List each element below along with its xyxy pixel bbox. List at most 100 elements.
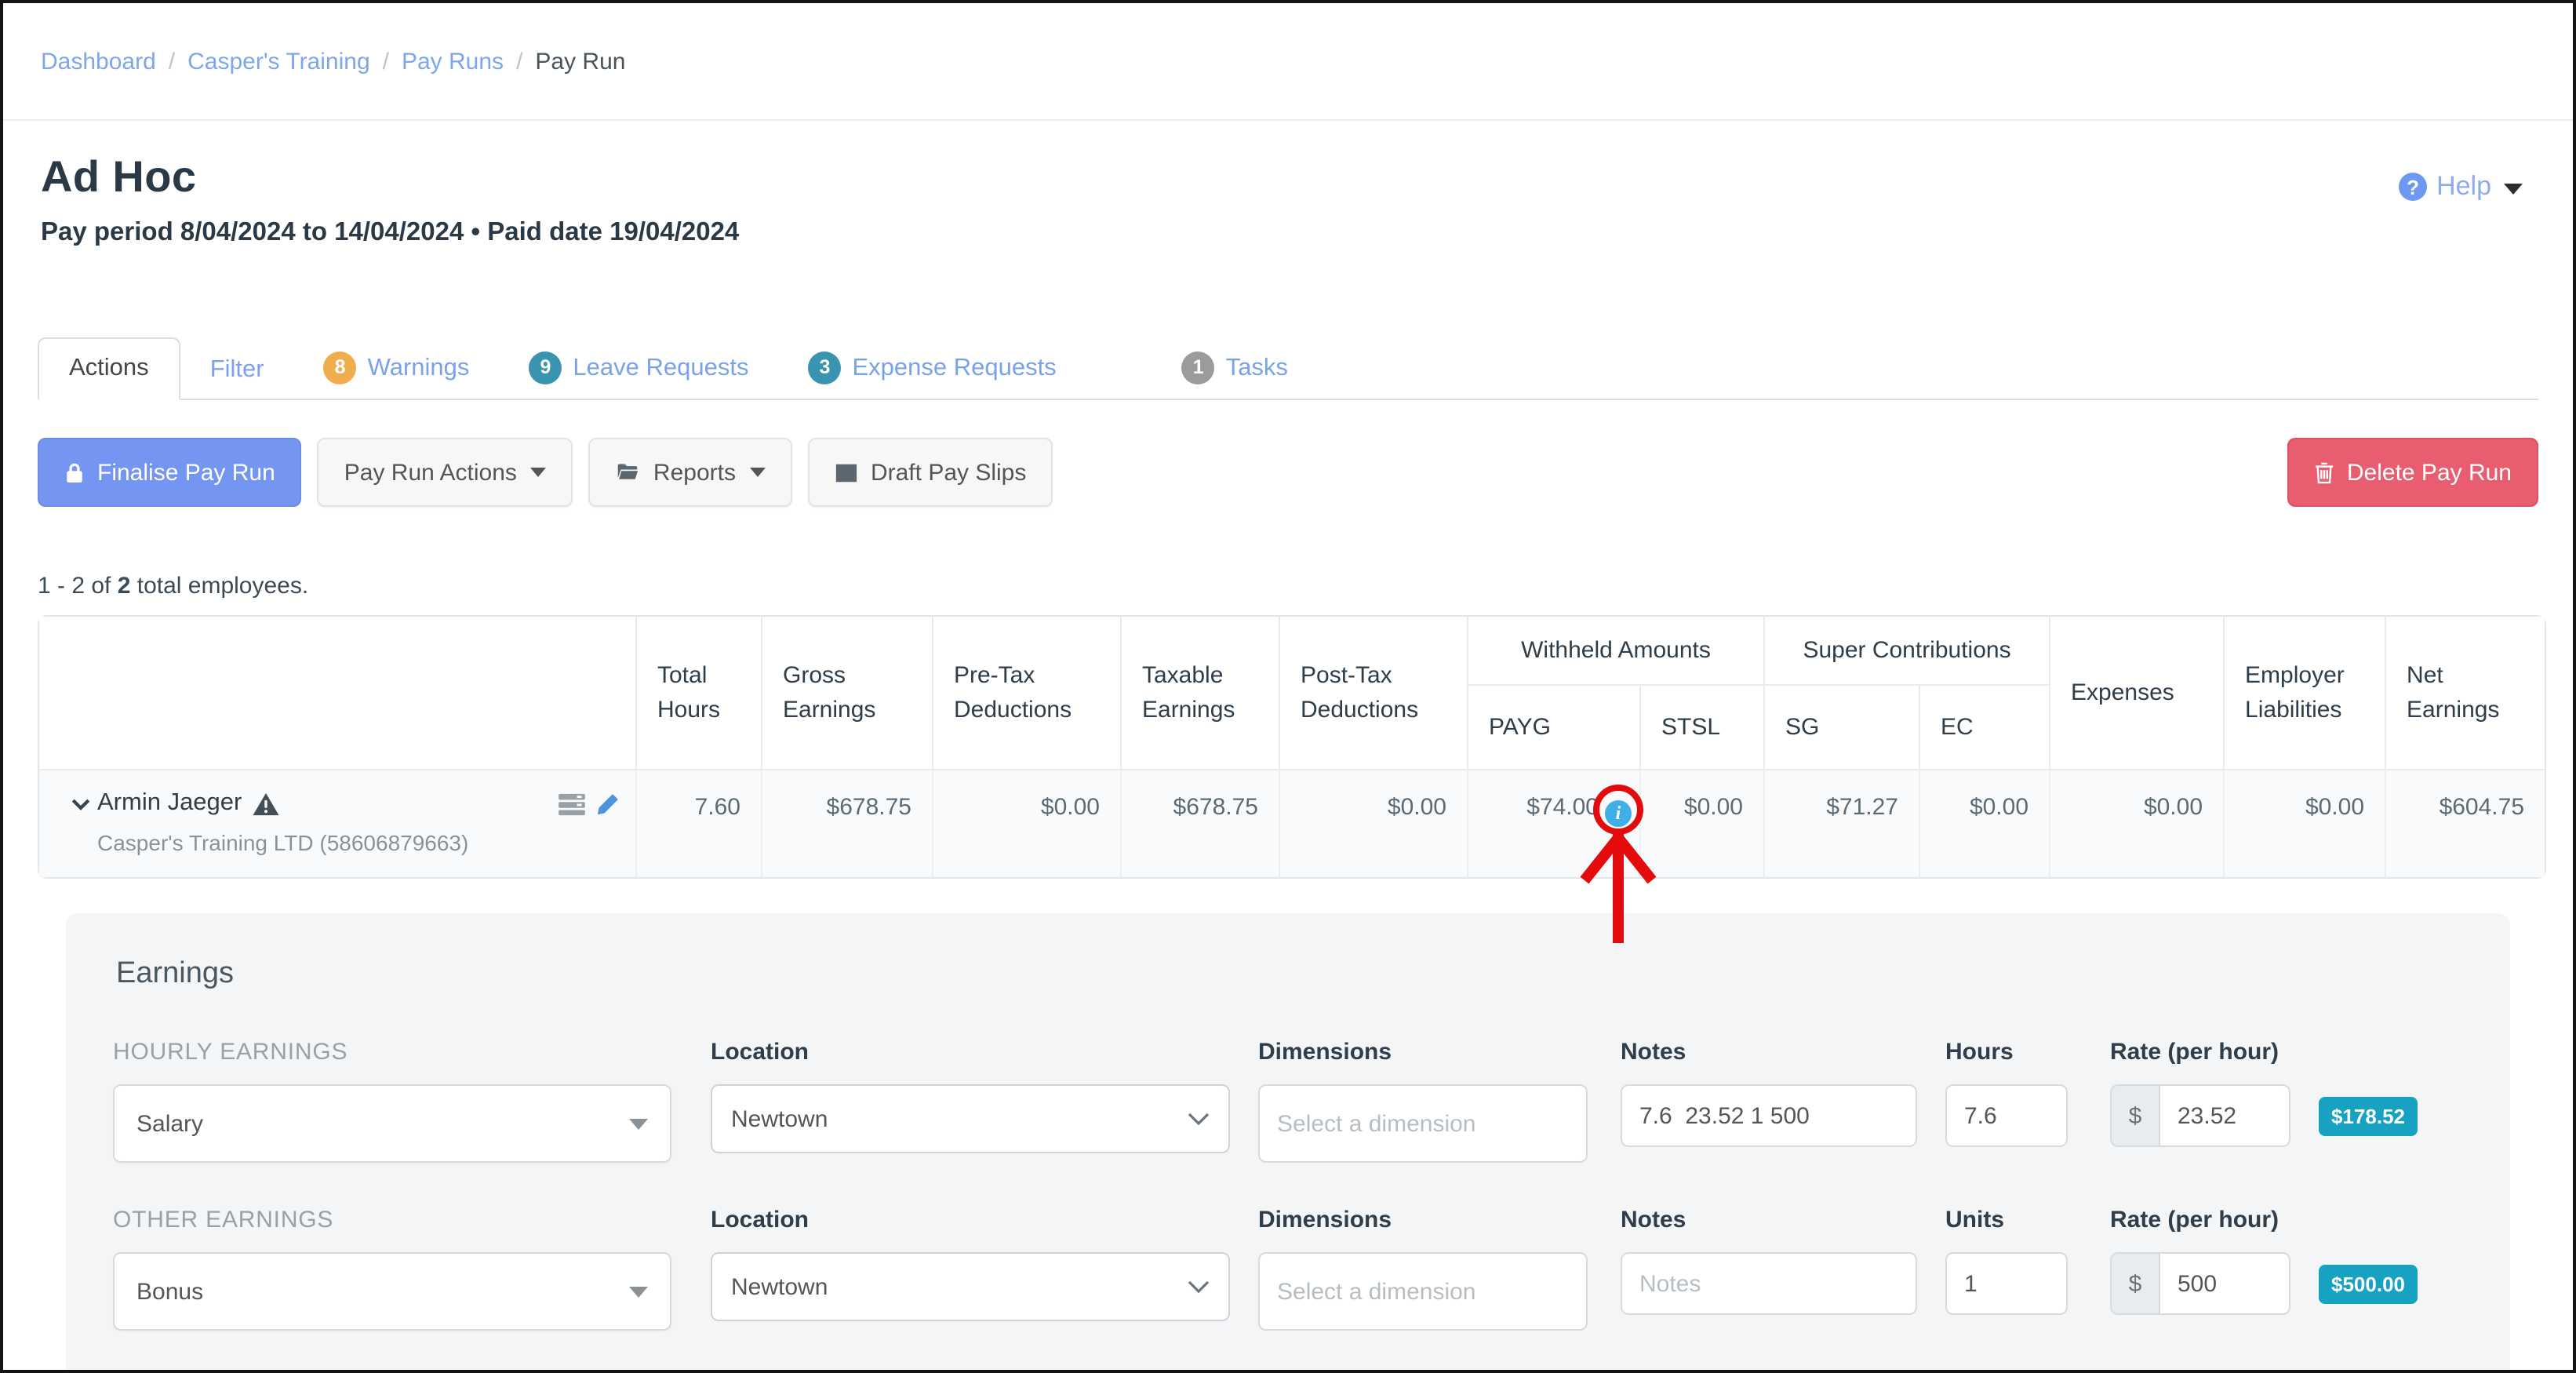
cell-taxable-earnings: $678.75 (1122, 770, 1280, 877)
cell-net-earnings: $604.75 (2386, 770, 2545, 877)
col-net-earnings: Net Earnings (2386, 617, 2545, 770)
leave-requests-count-badge: 9 (529, 351, 562, 384)
earnings-type-select[interactable]: Salary (113, 1084, 671, 1163)
tab-actions[interactable]: Actions (38, 337, 180, 400)
expand-row-chevron-icon[interactable] (71, 793, 91, 814)
pay-run-actions-button[interactable]: Pay Run Actions (318, 438, 573, 507)
cell-gross-earnings: $678.75 (762, 770, 933, 877)
rate-input[interactable] (2159, 1252, 2290, 1315)
cell-sg: $71.27 (1765, 770, 1920, 877)
hours-label: Hours (1945, 1039, 2068, 1067)
col-expenses: Expenses (2050, 617, 2225, 770)
selected-location: Newtown (731, 1105, 828, 1132)
pay-run-page: Dashboard / Casper's Training / Pay Runs… (0, 0, 2576, 1373)
button-label: Draft Pay Slips (871, 459, 1026, 486)
tab-label: Expense Requests (852, 354, 1056, 382)
tab-label: Tasks (1226, 354, 1288, 382)
chevron-down-icon (1188, 1273, 1210, 1300)
section-label-hourly-earnings: HOURLY EARNINGS (113, 1039, 671, 1067)
breadcrumb-separator: / (383, 48, 389, 75)
reports-button[interactable]: Reports (589, 438, 792, 507)
page-title: Ad Hoc (41, 152, 2538, 202)
breadcrumb-separator: / (169, 48, 175, 75)
breadcrumb-business[interactable]: Casper's Training (187, 48, 370, 75)
chevron-down-icon (2504, 183, 2523, 194)
employee-column-header (39, 617, 637, 770)
payg-value: $74.00 (1526, 794, 1599, 821)
notes-input[interactable] (1621, 1084, 1917, 1147)
tab-label: Leave Requests (573, 354, 748, 382)
delete-pay-run-button[interactable]: Delete Pay Run (2287, 438, 2538, 507)
cell-employer-liabilities: $0.00 (2225, 770, 2386, 877)
cell-stsl: $0.00 (1641, 770, 1765, 877)
location-select[interactable]: Newtown (711, 1252, 1230, 1321)
notes-label: Notes (1621, 1039, 1917, 1067)
breadcrumb-current: Pay Run (535, 48, 625, 75)
tasks-count-badge: 1 (1182, 351, 1215, 384)
employee-row: Armin Jaeger (39, 770, 2545, 877)
employee-company: Casper's Training LTD (58606879663) (97, 830, 620, 855)
pay-run-table: Total Hours Gross Earnings Pre-Tax Deduc… (38, 615, 2546, 879)
col-stsl: STSL (1641, 686, 1765, 770)
line-total-badge: $178.52 (2319, 1097, 2418, 1136)
help-label: Help (2436, 171, 2491, 202)
pay-run-notes-icon[interactable] (558, 792, 585, 815)
lock-icon (64, 461, 85, 483)
help-icon: ? (2399, 173, 2427, 201)
trash-icon (2314, 461, 2334, 484)
pay-slips-icon (835, 461, 858, 484)
earnings-panel: Earnings HOURLY EARNINGS Salary Location… (66, 913, 2510, 1373)
help-dropdown[interactable]: ? Help (2399, 171, 2523, 202)
selected-earnings-type: Bonus (136, 1278, 203, 1305)
employee-name[interactable]: Armin Jaeger (97, 789, 242, 818)
finalise-pay-run-button[interactable]: Finalise Pay Run (38, 438, 302, 507)
button-label: Pay Run Actions (344, 459, 517, 486)
rate-label: Rate (per hour) (2110, 1039, 2290, 1067)
pay-period-subtitle: Pay period 8/04/2024 to 14/04/2024 • Pai… (41, 218, 2538, 248)
col-payg: PAYG (1468, 686, 1641, 770)
location-select[interactable]: Newtown (711, 1084, 1230, 1153)
edit-pencil-icon[interactable] (596, 792, 620, 815)
col-pre-tax-deductions: Pre-Tax Deductions (933, 617, 1122, 770)
earnings-type-select[interactable]: Bonus (113, 1252, 671, 1331)
dimensions-label: Dimensions (1258, 1039, 1588, 1067)
hours-input[interactable] (1945, 1084, 2068, 1147)
rate-label: Rate (per hour) (2110, 1207, 2290, 1235)
tab-label: Filter (210, 356, 264, 384)
warning-icon[interactable] (253, 792, 279, 815)
draft-pay-slips-button[interactable]: Draft Pay Slips (808, 438, 1053, 507)
tab-label: Actions (69, 355, 149, 383)
expense-requests-count-badge: 3 (808, 351, 841, 384)
units-input[interactable] (1945, 1252, 2068, 1315)
breadcrumb-pay-runs[interactable]: Pay Runs (402, 48, 504, 75)
breadcrumb: Dashboard / Casper's Training / Pay Runs… (3, 3, 2573, 121)
cell-post-tax-deductions: $0.00 (1280, 770, 1468, 877)
col-sg: SG (1765, 686, 1920, 770)
count-suffix: total employees. (130, 573, 308, 599)
tab-leave-requests[interactable]: 9 Leave Requests (499, 336, 778, 400)
earnings-title: Earnings (116, 957, 2463, 992)
dimensions-input[interactable] (1258, 1252, 1588, 1331)
tab-tasks[interactable]: 1 Tasks (1152, 336, 1318, 400)
payg-info-icon[interactable]: i (1605, 800, 1632, 827)
cell-expenses: $0.00 (2050, 770, 2225, 877)
button-label: Finalise Pay Run (97, 459, 275, 486)
selected-location: Newtown (731, 1273, 828, 1300)
rate-input[interactable] (2159, 1084, 2290, 1147)
col-taxable-earnings: Taxable Earnings (1122, 617, 1280, 770)
tab-filter[interactable]: Filter (180, 341, 294, 400)
breadcrumb-dashboard[interactable]: Dashboard (41, 48, 156, 75)
tab-expense-requests[interactable]: 3 Expense Requests (778, 336, 1086, 400)
currency-prefix: $ (2110, 1252, 2159, 1315)
caret-down-icon (629, 1286, 648, 1297)
button-label: Delete Pay Run (2347, 459, 2512, 486)
tab-bar: Actions Filter 8 Warnings 9 Leave Reques… (38, 336, 2538, 400)
count-number: 2 (118, 573, 131, 599)
dimensions-input[interactable] (1258, 1084, 1588, 1163)
folder-icon (616, 461, 641, 483)
tab-warnings[interactable]: 8 Warnings (294, 336, 500, 400)
currency-prefix: $ (2110, 1084, 2159, 1147)
notes-input[interactable] (1621, 1252, 1917, 1315)
dimensions-label: Dimensions (1258, 1207, 1588, 1235)
cell-total-hours: 7.60 (637, 770, 762, 877)
